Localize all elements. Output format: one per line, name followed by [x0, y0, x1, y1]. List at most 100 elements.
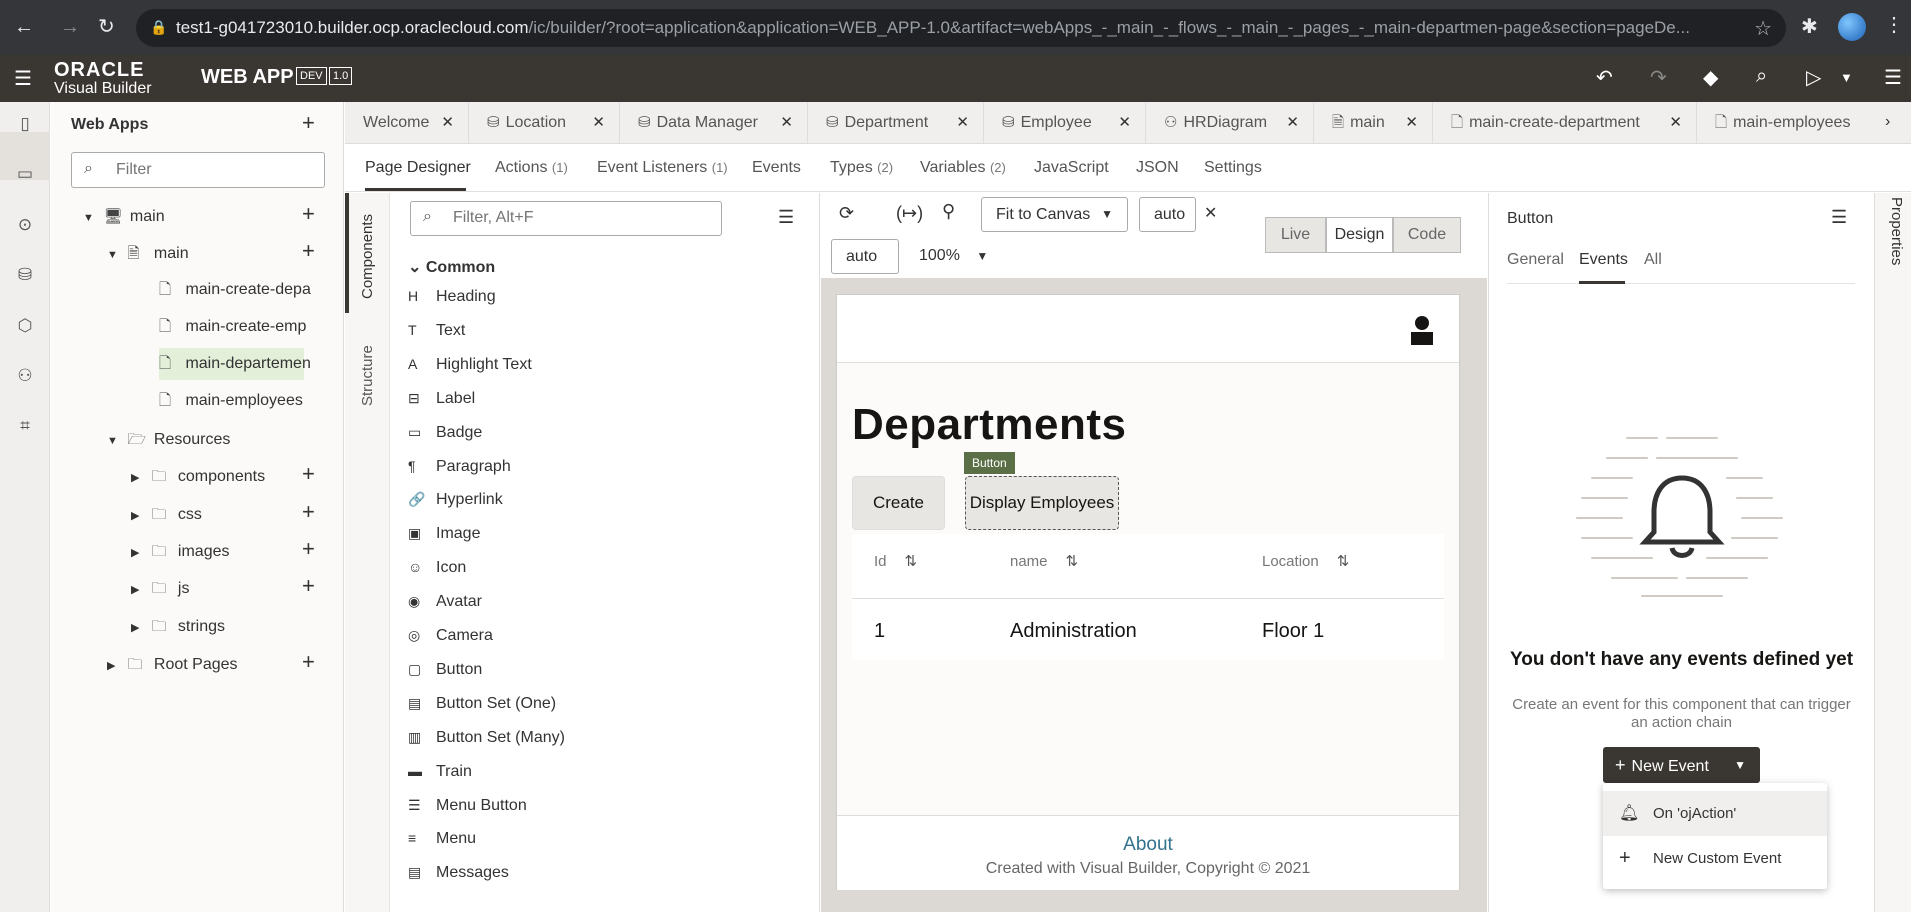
variables-icon[interactable]: (↦) [896, 203, 923, 224]
tree-node-root-pages[interactable]: ▶ 🗀 Root Pages [107, 649, 238, 681]
tabs-scroll-right-icon[interactable]: › [1885, 113, 1890, 131]
tab-variables[interactable]: Variables (2) [920, 159, 1006, 177]
new-event-button[interactable]: + New Event ▼ [1603, 747, 1760, 783]
palette-item[interactable]: ▤ Button Set (One) [408, 695, 556, 719]
properties-menu-icon[interactable]: ☰ [1831, 207, 1847, 228]
tab-structure[interactable]: Structure [359, 345, 376, 406]
run-options-chevron-icon[interactable]: ▼ [1840, 70, 1853, 85]
git-icon[interactable]: ◆ [1703, 65, 1718, 90]
display-employees-button[interactable]: Display Employees [965, 476, 1119, 530]
bookmark-star-icon[interactable]: ☆ [1754, 16, 1772, 41]
add-icon[interactable]: + [302, 573, 315, 599]
palette-filter[interactable]: ⌕ [410, 201, 722, 236]
extensions-icon[interactable]: ✱ [1801, 14, 1818, 39]
tree-node-folder[interactable]: ▶ 🗀 components [131, 461, 265, 493]
palette-item[interactable]: A Highlight Text [408, 356, 532, 380]
reload-icon[interactable]: ↻ [98, 14, 115, 40]
column-header-id[interactable]: Id ⇅ [874, 552, 917, 570]
create-button[interactable]: Create [852, 476, 945, 530]
add-root-page-icon[interactable]: + [302, 649, 315, 675]
tree-node-folder[interactable]: ▶ 🗀 js [131, 573, 189, 605]
tree-node-folder[interactable]: ▶ 🗀 images [131, 536, 229, 568]
tab-properties[interactable]: Properties [1888, 197, 1905, 265]
explorer-filter-input[interactable] [116, 161, 316, 179]
source-icon[interactable]: ⌗ [14, 416, 36, 438]
palette-group-common[interactable]: ⌄ Common [408, 257, 495, 277]
tree-node-main-app[interactable]: ▼ 🖥 main [83, 201, 165, 233]
palette-item[interactable]: ▢ Button [408, 661, 482, 685]
refresh-icon[interactable]: ⟳ [839, 203, 854, 224]
tab-data-manager[interactable]: ⛁ Data Manager ✕ [620, 102, 808, 144]
run-icon[interactable]: ▷ [1806, 65, 1821, 90]
zoom-select[interactable]: 100% ▼ [919, 247, 988, 265]
tab-types[interactable]: Types (2) [830, 159, 893, 177]
user-avatar-icon[interactable] [1409, 315, 1435, 345]
tree-node-resources[interactable]: ▼ 🗁 Resources [107, 424, 230, 456]
close-icon[interactable]: ✕ [592, 102, 605, 144]
palette-item[interactable]: ≡ Menu [408, 830, 476, 854]
tab-components[interactable]: Components [359, 214, 376, 299]
column-header-location[interactable]: Location ⇅ [1262, 552, 1349, 570]
palette-item[interactable]: ▬ Train [408, 763, 472, 787]
palette-item[interactable]: ▤ Messages [408, 864, 509, 888]
close-icon[interactable]: ✕ [1118, 102, 1131, 144]
close-icon[interactable]: ✕ [780, 102, 793, 144]
services-icon[interactable]: ⊙ [14, 215, 36, 237]
palette-item[interactable]: ◎ Camera [408, 627, 493, 651]
fit-to-canvas-select[interactable]: Fit to Canvas ▼ [981, 197, 1128, 232]
tree-node-folder[interactable]: ▶ 🗀 css [131, 499, 202, 531]
mobile-apps-icon[interactable]: ▯ [14, 114, 36, 136]
add-icon[interactable]: + [302, 499, 315, 525]
tree-node-page[interactable]: 🗋 main-create-emp [159, 311, 306, 343]
tab-main[interactable]: 🗎 main ✕ [1314, 102, 1433, 144]
menu-item-on-ojaction[interactable]: 🔔︎ On 'ojAction' [1603, 791, 1827, 836]
palette-item[interactable]: ☺ Icon [408, 559, 466, 583]
tab-location[interactable]: ⛁ Location ✕ [469, 102, 620, 144]
palette-item[interactable]: T Text [408, 322, 465, 346]
tab-welcome[interactable]: Welcome ✕ [345, 102, 469, 144]
close-icon[interactable]: ✕ [1405, 102, 1418, 144]
palette-item[interactable]: ▭ Badge [408, 424, 482, 448]
explorer-filter[interactable]: ⌕ [71, 152, 325, 188]
browser-menu-icon[interactable]: ⋮ [1884, 12, 1904, 37]
palette-item[interactable]: ▣ Image [408, 525, 480, 549]
mode-code[interactable]: Code [1393, 217, 1461, 253]
processes-icon[interactable]: ⚇ [14, 366, 36, 388]
mode-live[interactable]: Live [1265, 217, 1326, 253]
add-app-icon[interactable]: + [302, 110, 315, 136]
width-input[interactable]: auto [1139, 197, 1196, 232]
close-icon[interactable]: ✕ [956, 102, 969, 144]
tab-actions[interactable]: Actions (1) [495, 159, 568, 177]
undo-icon[interactable]: ↶ [1596, 65, 1613, 90]
tab-hrdiagram[interactable]: ⚇ HRDiagram ✕ [1146, 102, 1314, 144]
tab-department[interactable]: ⛁ Department ✕ [808, 102, 984, 144]
close-icon[interactable]: ✕ [1204, 203, 1217, 223]
palette-menu-icon[interactable]: ☰ [778, 207, 794, 228]
user-icon[interactable]: ⚲ [942, 201, 955, 222]
palette-filter-input[interactable] [453, 209, 703, 227]
components-icon[interactable]: ⬡ [14, 316, 36, 338]
close-icon[interactable]: ✕ [1286, 102, 1299, 144]
add-icon[interactable]: + [302, 536, 315, 562]
web-apps-icon[interactable]: ▭ [14, 164, 36, 186]
back-icon[interactable]: ← [14, 14, 34, 40]
address-bar[interactable]: 🔒 test1-g041723010.builder.ocp.oracleclo… [136, 9, 1786, 47]
tab-events[interactable]: Events [752, 159, 801, 177]
palette-item[interactable]: H Heading [408, 288, 496, 312]
palette-item[interactable]: ☰ Menu Button [408, 797, 527, 821]
column-header-name[interactable]: name ⇅ [1010, 552, 1078, 570]
tree-node-folder[interactable]: ▶ 🗀 strings [131, 611, 225, 643]
close-icon[interactable]: ✕ [441, 102, 454, 144]
tree-node-page[interactable]: 🗋 main-employees [159, 385, 303, 417]
tree-node-page[interactable]: 🗋 main-create-depa [159, 274, 311, 306]
search-icon[interactable]: ⌕ [1756, 65, 1767, 88]
palette-item[interactable]: ◉ Avatar [408, 593, 482, 617]
add-flow-icon[interactable]: + [302, 201, 315, 227]
menu-item-new-custom-event[interactable]: + New Custom Event [1603, 836, 1827, 881]
palette-item[interactable]: ⊟ Label [408, 390, 475, 414]
about-link[interactable]: About [837, 834, 1459, 856]
tab-employee[interactable]: ⛁ Employee ✕ [984, 102, 1146, 144]
tab-general[interactable]: General [1507, 251, 1564, 269]
tab-event-listeners[interactable]: Event Listeners (1) [597, 159, 728, 177]
business-objects-icon[interactable]: ⛁ [14, 265, 36, 287]
